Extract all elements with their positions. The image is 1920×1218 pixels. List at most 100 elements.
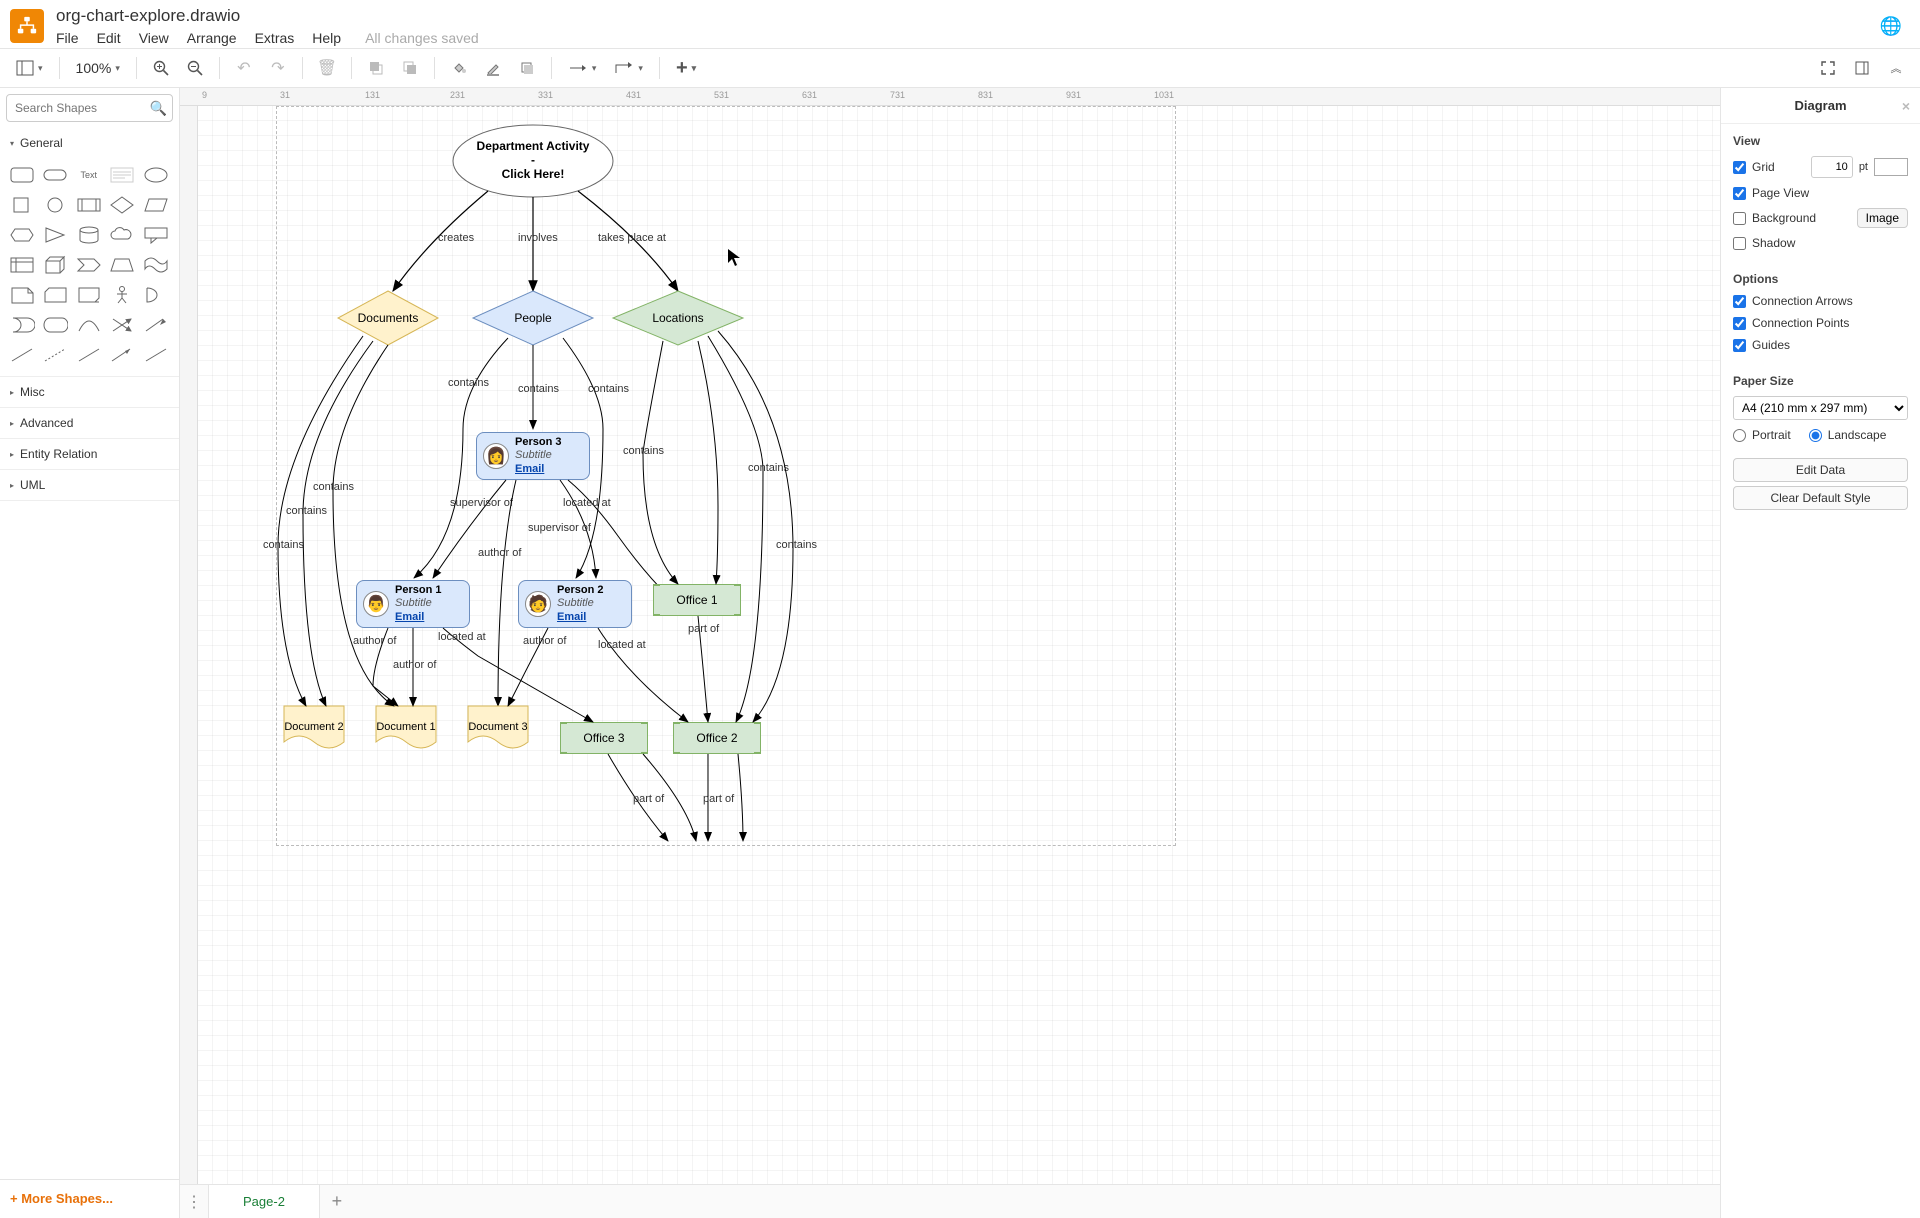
pageview-checkbox[interactable] [1733,187,1746,200]
shape-rect-round[interactable] [8,164,36,186]
sidebar-toggle-button[interactable]: ▾ [10,54,49,82]
connection-style-icon[interactable]: ▾ [562,54,603,82]
zoom-in-icon[interactable] [147,54,175,82]
shape-line[interactable] [8,344,36,366]
shape-arrow-thin[interactable] [108,344,136,366]
shape-trapezoid[interactable] [108,254,136,276]
clear-style-button[interactable]: Clear Default Style [1733,486,1908,510]
shape-actor[interactable] [108,284,136,306]
shape-line3[interactable] [142,344,170,366]
close-icon[interactable]: × [1902,98,1910,114]
document-title[interactable]: org-chart-explore.drawio [56,6,479,26]
tab-page-2[interactable]: Page-2 [208,1185,320,1218]
menu-help[interactable]: Help [312,30,341,46]
to-back-icon[interactable] [396,54,424,82]
node-person-1[interactable]: 👨 Person 1SubtitleEmail [356,580,470,628]
canvas[interactable]: Department Activity - Click Here! create… [198,106,1720,1184]
palette-general-shapes[interactable]: Text [0,158,179,376]
shape-tape[interactable] [142,254,170,276]
node-office-1[interactable]: Office 1 [653,584,741,616]
shape-internal[interactable] [8,254,36,276]
node-document-1[interactable]: Document 1 [376,706,436,748]
node-person-2[interactable]: 🧑 Person 2SubtitleEmail [518,580,632,628]
shape-or[interactable] [8,314,36,336]
line-color-icon[interactable] [479,54,507,82]
landscape-radio[interactable] [1809,429,1822,442]
grid-size-input[interactable] [1811,156,1853,178]
node-office-3[interactable]: Office 3 [560,722,648,754]
insert-icon[interactable]: +▾ [670,54,702,82]
shape-halfcircle[interactable] [142,284,170,306]
shape-triangle[interactable] [41,224,69,246]
waypoint-style-icon[interactable]: ▾ [608,54,649,82]
shape-dash[interactable] [41,344,69,366]
guides-checkbox[interactable] [1733,339,1746,352]
shape-tearoff[interactable] [75,284,103,306]
node-document-3[interactable]: Document 3 [468,706,528,748]
palette-entity-relation[interactable]: ▸Entity Relation [0,439,179,469]
palette-general[interactable]: ▾General [0,128,179,158]
menu-arrange[interactable]: Arrange [187,30,237,46]
tab-add-icon[interactable]: + [320,1191,354,1212]
shape-cylinder[interactable] [75,224,103,246]
menu-file[interactable]: File [56,30,79,46]
shape-parallel[interactable] [142,194,170,216]
search-shapes-input[interactable] [6,94,173,122]
palette-misc[interactable]: ▸Misc [0,377,179,407]
fill-color-icon[interactable] [445,54,473,82]
to-front-icon[interactable] [362,54,390,82]
paper-size-select[interactable]: A4 (210 mm x 297 mm) [1733,396,1908,420]
delete-icon[interactable]: 🗑 [313,54,341,82]
zoom-select[interactable]: 100%▾ [70,60,126,76]
shape-circle[interactable] [41,194,69,216]
menu-view[interactable]: View [139,30,169,46]
image-button[interactable]: Image [1857,208,1908,228]
palette-uml[interactable]: ▸UML [0,470,179,500]
palette-advanced[interactable]: ▸Advanced [0,408,179,438]
shape-process[interactable] [75,194,103,216]
conn-points-checkbox[interactable] [1733,317,1746,330]
shape-text[interactable]: Text [75,164,103,186]
shape-diamond[interactable] [108,194,136,216]
shape-card[interactable] [41,284,69,306]
shadow-checkbox[interactable] [1733,237,1746,250]
shape-square[interactable] [8,194,36,216]
grid-color-swatch[interactable] [1874,158,1908,176]
language-icon[interactable]: 🌐 [1880,16,1910,37]
shadow-icon[interactable] [513,54,541,82]
redo-icon[interactable]: ↷ [264,54,292,82]
node-document-2[interactable]: Document 2 [284,706,344,748]
shape-curve[interactable] [75,314,103,336]
shape-biarrow[interactable] [108,314,136,336]
shape-rect-round2[interactable] [41,164,69,186]
shape-callout[interactable] [142,224,170,246]
diagram[interactable]: Department Activity - Click Here! create… [198,106,1198,866]
shape-ellipse[interactable] [142,164,170,186]
shape-arrow[interactable] [142,314,170,336]
undo-icon[interactable]: ↶ [230,54,258,82]
format-panel-icon[interactable] [1848,54,1876,82]
search-icon[interactable]: 🔍 [150,100,167,117]
shape-textbox[interactable] [108,164,136,186]
shape-note[interactable] [8,284,36,306]
menu-edit[interactable]: Edit [97,30,121,46]
fullscreen-icon[interactable] [1814,54,1842,82]
shape-storage[interactable] [41,314,69,336]
grid-checkbox[interactable] [1733,161,1746,174]
shape-cloud[interactable] [108,224,136,246]
zoom-out-icon[interactable] [181,54,209,82]
conn-arrows-checkbox[interactable] [1733,295,1746,308]
node-office-2[interactable]: Office 2 [673,722,761,754]
background-checkbox[interactable] [1733,212,1746,225]
edit-data-button[interactable]: Edit Data [1733,458,1908,482]
shape-line2[interactable] [75,344,103,366]
portrait-radio[interactable] [1733,429,1746,442]
node-person-3[interactable]: 👩 Person 3 Subtitle Email [476,432,590,480]
menu-extras[interactable]: Extras [255,30,295,46]
shape-cube[interactable] [41,254,69,276]
more-shapes-button[interactable]: + More Shapes... [10,1191,113,1206]
shape-step[interactable] [75,254,103,276]
shape-hexagon[interactable] [8,224,36,246]
collapse-icon[interactable]: ︽ [1882,54,1910,82]
tab-menu-icon[interactable]: ⋮ [180,1192,208,1212]
